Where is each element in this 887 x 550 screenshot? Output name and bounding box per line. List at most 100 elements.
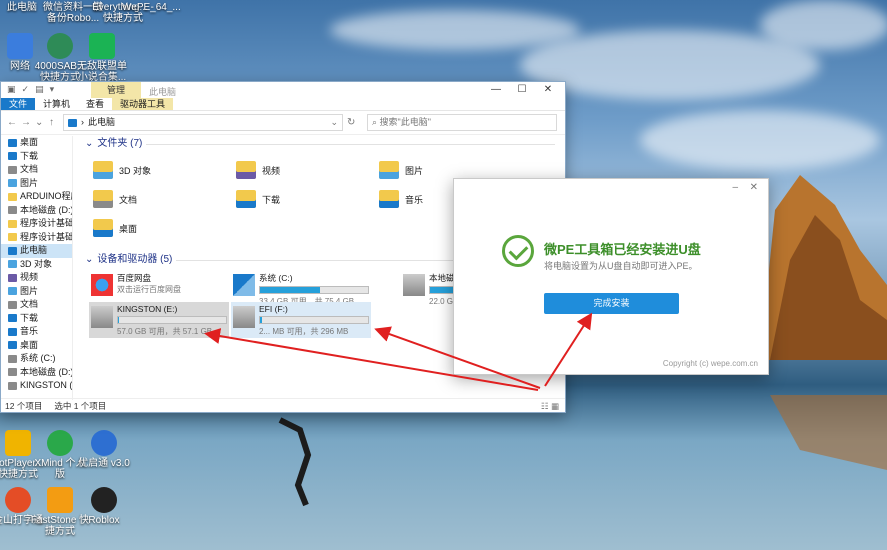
nav-item-label: 文档 (20, 299, 39, 309)
desktop-icon-novel[interactable]: 无敌联盟单 小说合集... (72, 33, 132, 83)
nav-item[interactable]: 下载 (1, 312, 72, 326)
breadcrumb-this-pc[interactable]: 此电脑 (88, 115, 115, 130)
nav-item-label: 程序设计基础实 (20, 231, 72, 242)
maximize-button[interactable]: ☐ (509, 83, 535, 97)
folder-item[interactable]: 视频 (236, 156, 376, 184)
desktop-icon-roblox[interactable]: Roblox (74, 487, 134, 526)
nav-item[interactable]: 文档 (1, 163, 72, 177)
drive-item[interactable]: EFI (F:) 2... MB 可用，共 296 MB (231, 302, 371, 338)
status-selected: 选中 1 个项目 (54, 401, 107, 411)
nav-item[interactable]: 图片 (1, 177, 72, 191)
drive-usage-fill (118, 317, 120, 323)
folder-icon (379, 161, 399, 179)
folder-item[interactable]: 3D 对象 (93, 156, 233, 184)
baidu-netdisk-icon (91, 274, 113, 296)
tab-view[interactable]: 查看 (78, 98, 112, 110)
close-button[interactable]: ✕ (535, 83, 561, 97)
nav-item-icon (8, 287, 17, 296)
minimize-button[interactable]: – (732, 182, 738, 193)
navigation-pane[interactable]: 桌面下载文档图片ARDUINO程序本地磁盘 (D:)程序设计基础PP程序设计基础… (1, 136, 73, 400)
nav-item-label: 下载 (20, 150, 39, 161)
save-icon[interactable]: ▣ (7, 84, 16, 95)
dialog-subtitle: 将电脑设置为从U盘自动即可进入PE。 (544, 261, 698, 271)
nav-item[interactable]: 系统 (C:) (1, 352, 72, 366)
search-input[interactable]: ⌕ 搜索"此电脑" (367, 114, 557, 131)
chevron-down-icon: ⌄ (85, 254, 94, 265)
nav-item[interactable]: 视频 (1, 271, 72, 285)
drive-info: EFI (F:) 2... MB 可用，共 296 MB (259, 304, 369, 336)
nav-item[interactable]: ARDUINO程序 (1, 190, 72, 204)
wepe-success-dialog[interactable]: – ✕ 微PE工具箱已经安装进U盘 将电脑设置为从U盘自动即可进入PE。 完成安… (453, 178, 769, 375)
nav-item-icon (8, 314, 17, 323)
drive-usage-fill (260, 287, 321, 293)
nav-item-icon (8, 192, 17, 201)
nav-item[interactable]: 本地磁盘 (D:) (1, 366, 72, 380)
nav-item[interactable]: 下载 (1, 150, 72, 164)
context-tab-manage[interactable]: 管理 (91, 82, 141, 98)
devices-header-label: 设备和驱动器 (5) (97, 254, 173, 265)
folder-item[interactable]: 文档 (93, 185, 233, 213)
nav-item[interactable]: 此电脑 (1, 244, 72, 258)
nav-item[interactable]: KINGSTON (E:) (1, 379, 72, 393)
breadcrumb-separator: › (81, 117, 84, 127)
back-icon[interactable]: ← (7, 117, 17, 128)
nav-item-label: 本地磁盘 (D:) (20, 204, 72, 215)
nav-item[interactable]: 桌面 (1, 339, 72, 353)
nav-item[interactable]: 程序设计基础实 (1, 231, 72, 245)
nav-item[interactable]: 3D 对象 (1, 258, 72, 272)
nav-item-icon (8, 219, 17, 228)
dropdown-icon[interactable]: ▾ (50, 84, 55, 95)
checkmark-icon[interactable]: ✓ (22, 84, 30, 95)
minimize-button[interactable]: — (483, 83, 509, 97)
nav-item-icon (8, 206, 17, 215)
close-button[interactable]: ✕ (750, 182, 758, 193)
folder-label: 音乐 (405, 194, 424, 205)
address-bar-row: ← → ⌄ ↑ › 此电脑 ⌄ ↻ ⌕ 搜索"此电脑" (1, 111, 565, 135)
nav-item[interactable]: 本地磁盘 (D:) (1, 204, 72, 218)
nav-item[interactable]: 音乐 (1, 325, 72, 339)
address-dropdown-icon[interactable]: ⌄ (330, 115, 342, 130)
explorer-titlebar[interactable]: ▣ ✓ ▤ ▾ 管理 此电脑 — ☐ ✕ (1, 82, 565, 98)
desktop-icon-wepe[interactable]: WePE_64_... (122, 2, 181, 13)
drive-item[interactable]: 百度网盘 双击运行百度网盘 (89, 270, 229, 302)
drive-item[interactable]: KINGSTON (E:) 57.0 GB 可用，共 57.1 GB (89, 302, 229, 338)
folder-icon (236, 161, 256, 179)
nav-item-label: 图片 (20, 285, 39, 296)
desktop-icon-youqitong[interactable]: 优启通 v3.0 (74, 430, 134, 469)
folder-icon[interactable]: ▤ (35, 84, 44, 95)
drive-icon (233, 274, 255, 296)
nav-item-icon (8, 354, 17, 363)
nav-item[interactable]: 程序设计基础PP (1, 217, 72, 231)
folders-section-header[interactable]: ⌄ 文件夹 (7) (79, 136, 565, 152)
nav-item-label: 桌面 (20, 137, 39, 147)
drive-name: KINGSTON (E:) (117, 304, 178, 314)
tab-file[interactable]: 文件 (1, 98, 36, 110)
chevron-down-icon: ⌄ (85, 138, 94, 149)
desktop-icon-label: Roblox (88, 515, 120, 526)
folder-item[interactable]: 桌面 (93, 214, 233, 242)
nav-item[interactable]: 桌面 (1, 136, 72, 150)
drive-item[interactable]: 系统 (C:)33.4 GB 可用，共 75.4 GB (231, 270, 371, 306)
finish-install-button[interactable]: 完成安装 (544, 293, 679, 314)
status-bar: 12 个项目 选中 1 个项目 ☷ ▦ (1, 398, 565, 412)
drive-name: 百度网盘 (117, 273, 152, 283)
nav-item[interactable]: 文档 (1, 298, 72, 312)
view-toggle-icons[interactable]: ☷ ▦ (541, 399, 565, 412)
refresh-icon[interactable]: ↻ (347, 117, 357, 128)
address-bar[interactable]: › 此电脑 ⌄ (63, 114, 343, 131)
tab-drive-tools[interactable]: 驱动器工具 (112, 98, 174, 110)
folder-label: 文档 (119, 194, 138, 205)
folder-item[interactable]: 下载 (236, 185, 376, 213)
nav-item-label: 图片 (20, 177, 39, 188)
recent-dropdown-icon[interactable]: ⌄ (35, 117, 45, 128)
nav-item[interactable]: 图片 (1, 285, 72, 299)
dialog-titlebar: – ✕ (454, 179, 768, 197)
forward-icon[interactable]: → (21, 117, 31, 128)
drive-icon (233, 306, 255, 328)
youqitong-icon (91, 430, 117, 456)
status-item-count: 12 个项目 (5, 401, 43, 411)
up-icon[interactable]: ↑ (49, 117, 59, 128)
nav-item-label: 程序设计基础PP (20, 218, 72, 228)
tab-computer[interactable]: 计算机 (35, 98, 78, 110)
drive-icon (91, 306, 113, 328)
